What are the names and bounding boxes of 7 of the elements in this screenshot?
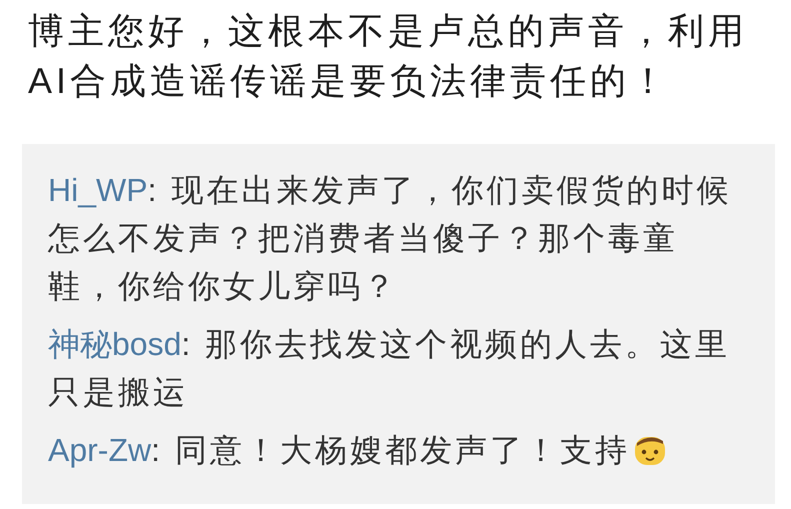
username-link[interactable]: 神秘bosd — [48, 326, 182, 362]
reply-text: Hi_WP: 现在出来发声了，你们卖假货的时候怎么不发声？把消费者当傻子？那个毒童鞋，你给你女儿穿吗？ — [48, 171, 732, 306]
comment-text: 博主您好，这根本不是卢总的声音，利用AI合成造谣传谣是要负法律责任的！ — [27, 9, 749, 103]
reply-text: 神秘bosd: 那你去找发这个视频的人去。这里只是搬运 — [48, 325, 732, 412]
reply-text: Apr-Zw: 同意！大杨嫂都发声了！支持 — [48, 426, 735, 474]
username-link[interactable]: Hi_WP — [48, 172, 148, 208]
username-link[interactable]: Apr-Zw — [48, 432, 152, 468]
